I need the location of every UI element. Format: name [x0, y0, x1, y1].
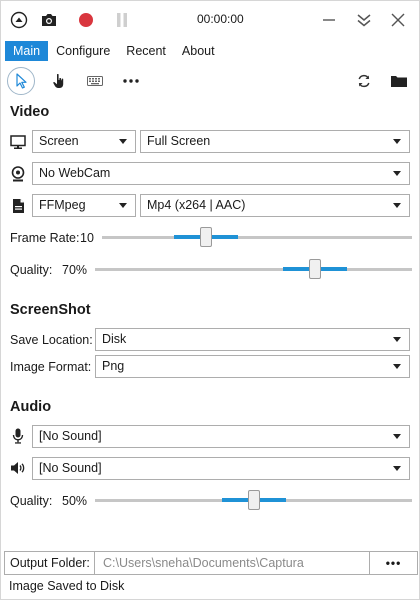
minimize-button[interactable]: [318, 9, 340, 31]
slider-thumb[interactable]: [200, 227, 212, 247]
recording-timer: 00:00:00: [197, 12, 244, 26]
camera-icon[interactable]: [38, 9, 60, 31]
chevron-down-icon: [119, 131, 129, 152]
save-location-label: Save Location:: [10, 333, 93, 347]
frame-rate-label: Frame Rate:: [10, 231, 80, 245]
output-folder-path[interactable]: C:\Users\sneha\Documents\Captura: [97, 552, 369, 574]
video-quality-label: Quality:: [10, 263, 53, 277]
save-location-select[interactable]: Disk: [95, 328, 410, 351]
section-title-audio: Audio: [10, 399, 52, 415]
microphone-select[interactable]: [No Sound]: [32, 425, 410, 448]
cursor-icon[interactable]: [7, 67, 35, 95]
chevron-down-icon: [393, 329, 403, 350]
slider-thumb[interactable]: [309, 259, 321, 279]
webcam-icon: [10, 166, 26, 182]
webcam-value: No WebCam: [39, 166, 111, 180]
output-folder-label: Output Folder:: [5, 552, 95, 574]
encoder-value: FFMpeg: [39, 198, 86, 212]
microphone-value: [No Sound]: [39, 429, 102, 443]
tab-about[interactable]: About: [174, 41, 223, 61]
chevron-down-icon: [393, 163, 403, 184]
pause-icon: [111, 9, 133, 31]
keyboard-icon[interactable]: [81, 67, 109, 95]
output-folder-bar: Output Folder: C:\Users\sneha\Documents\…: [4, 551, 418, 575]
main-tabs: Main Configure Recent About: [5, 41, 223, 61]
refresh-icon[interactable]: [350, 67, 378, 95]
chevron-down-icon: [393, 131, 403, 152]
video-format-select[interactable]: Mp4 (x264 | AAC): [140, 194, 410, 217]
browse-folder-button[interactable]: •••: [369, 552, 417, 574]
microphone-icon: [10, 428, 26, 444]
frame-rate-slider[interactable]: [102, 227, 412, 247]
app-window: 00:00:00 Main Configure Recent About Vid…: [0, 0, 420, 600]
minimize-to-tray-icon[interactable]: [353, 9, 375, 31]
save-location-value: Disk: [102, 332, 127, 346]
video-format-value: Mp4 (x264 | AAC): [147, 198, 246, 212]
webcam-select[interactable]: No WebCam: [32, 162, 410, 185]
video-quality-slider[interactable]: [95, 259, 412, 279]
video-source-value: Screen: [39, 134, 79, 148]
section-title-video: Video: [10, 104, 50, 120]
close-button[interactable]: [387, 9, 409, 31]
audio-quality-label: Quality:: [10, 494, 53, 508]
folder-icon[interactable]: [385, 67, 413, 95]
section-title-screenshot: ScreenShot: [10, 302, 91, 318]
more-options-icon[interactable]: [117, 67, 145, 95]
tab-recent[interactable]: Recent: [118, 41, 174, 61]
chevron-down-icon: [119, 195, 129, 216]
video-region-select[interactable]: Full Screen: [140, 130, 410, 153]
speaker-value: [No Sound]: [39, 461, 102, 475]
chevron-down-icon: [393, 356, 403, 377]
audio-quality-slider[interactable]: [95, 490, 412, 510]
speaker-select[interactable]: [No Sound]: [32, 457, 410, 480]
audio-quality-value: 50%: [62, 494, 88, 508]
click-hand-icon[interactable]: [45, 67, 73, 95]
chevron-down-icon: [393, 458, 403, 479]
record-button[interactable]: [75, 9, 97, 31]
speaker-icon: [10, 460, 26, 476]
file-icon: [10, 198, 26, 214]
chevron-down-icon: [393, 195, 403, 216]
video-source-select[interactable]: Screen: [32, 130, 136, 153]
image-format-select[interactable]: Png: [95, 355, 410, 378]
slider-track: [102, 236, 412, 239]
frame-rate-value: 10: [80, 231, 94, 245]
status-text: Image Saved to Disk: [9, 579, 125, 593]
tab-main[interactable]: Main: [5, 41, 49, 61]
encoder-select[interactable]: FFMpeg: [32, 194, 136, 217]
video-quality-value: 70%: [62, 263, 88, 277]
image-format-label: Image Format:: [10, 360, 92, 374]
toolbar: [1, 65, 419, 97]
collapse-up-icon[interactable]: [8, 9, 30, 31]
slider-thumb[interactable]: [248, 490, 260, 510]
slider-track: [95, 268, 412, 271]
chevron-down-icon: [393, 426, 403, 447]
video-region-value: Full Screen: [147, 134, 211, 148]
tab-configure[interactable]: Configure: [48, 41, 118, 61]
image-format-value: Png: [102, 359, 125, 373]
title-bar: 00:00:00: [1, 1, 419, 39]
monitor-icon: [10, 134, 26, 150]
